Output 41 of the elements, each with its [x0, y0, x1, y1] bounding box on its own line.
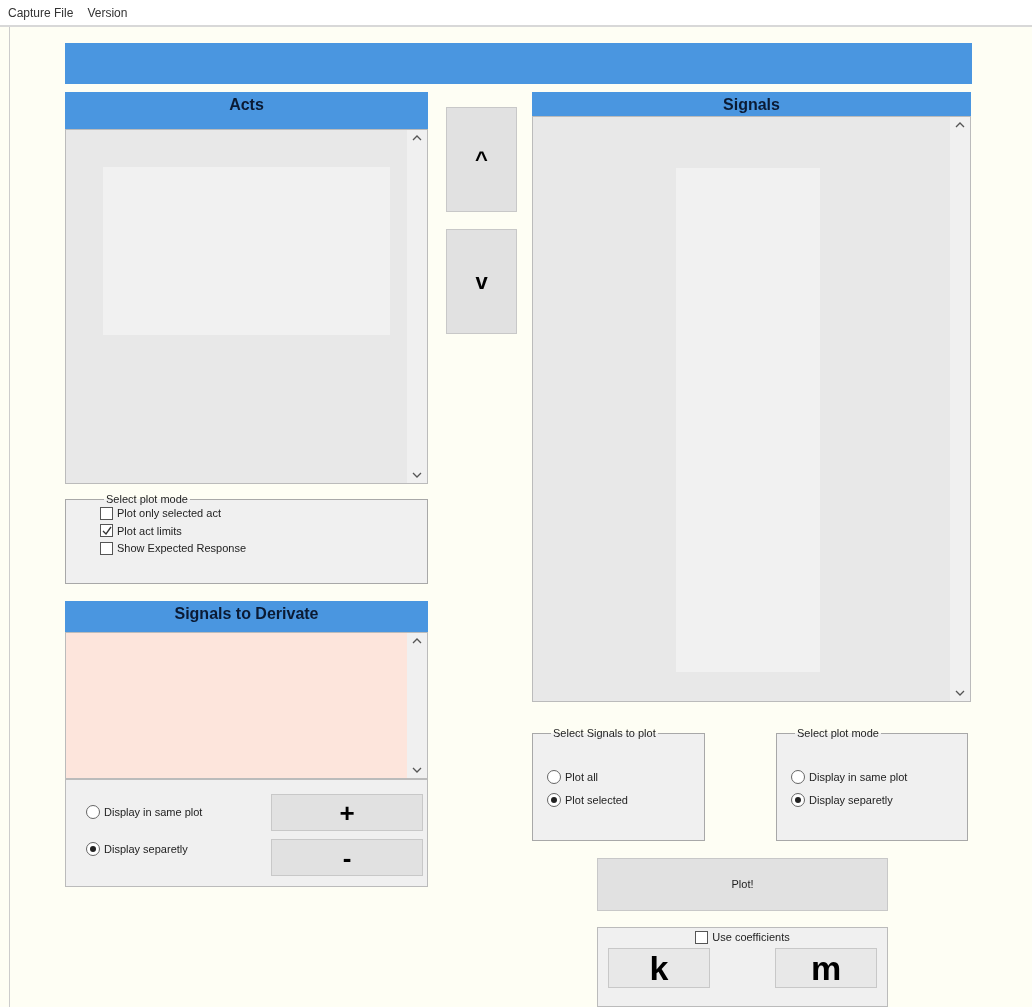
move-up-button[interactable]: ^: [446, 107, 517, 212]
radio-label: Plot selected: [565, 792, 628, 808]
scroll-down-icon[interactable]: [412, 472, 422, 479]
checkbox[interactable]: [695, 930, 709, 944]
radio-label: Display in same plot: [104, 805, 203, 820]
checkbox-label: Show Expected Response: [117, 541, 247, 556]
checkbox-label: Plot only selected act: [117, 506, 221, 521]
menu-item[interactable]: Version: [87, 3, 128, 22]
checkbox-label: Use coefficients: [712, 930, 790, 945]
scroll-down-icon[interactable]: [412, 767, 422, 774]
radio-button[interactable]: [86, 805, 100, 820]
panel-header: Signals to Derivate: [65, 601, 428, 632]
radio-button[interactable]: [86, 841, 100, 856]
group-legend: Select plot mode: [795, 728, 881, 739]
panel-header: Acts: [65, 92, 428, 129]
scroll-up-icon[interactable]: [412, 637, 422, 644]
radio-button[interactable]: [547, 770, 561, 785]
checkbox[interactable]: [100, 524, 113, 538]
panel-header: Signals: [532, 92, 971, 116]
checkbox[interactable]: [100, 506, 113, 520]
radio-button[interactable]: [547, 792, 561, 807]
scroll-up-icon[interactable]: [955, 121, 965, 128]
plot-button[interactable]: Plot!: [597, 858, 888, 911]
add-button[interactable]: +: [271, 794, 423, 831]
checkbox-label: Plot act limits: [117, 523, 182, 539]
radio-label: Display separetly: [809, 792, 893, 808]
checkbox[interactable]: [100, 541, 113, 555]
radio-button[interactable]: [791, 770, 805, 785]
menu-item[interactable]: Capture File: [8, 3, 74, 22]
group-legend: Select plot mode: [104, 494, 190, 505]
radio-button[interactable]: [791, 792, 805, 807]
remove-button[interactable]: -: [271, 839, 423, 876]
coefficient-button[interactable]: k: [608, 947, 710, 988]
group-legend: Select Signals to plot: [551, 728, 658, 739]
scroll-up-icon[interactable]: [412, 134, 422, 141]
scroll-down-icon[interactable]: [955, 690, 965, 697]
coefficient-button[interactable]: m: [775, 947, 877, 988]
radio-label: Display separetly: [104, 841, 188, 857]
move-down-button[interactable]: v: [446, 229, 517, 334]
radio-label: Plot all: [565, 770, 599, 785]
radio-label: Display in same plot: [809, 770, 908, 785]
